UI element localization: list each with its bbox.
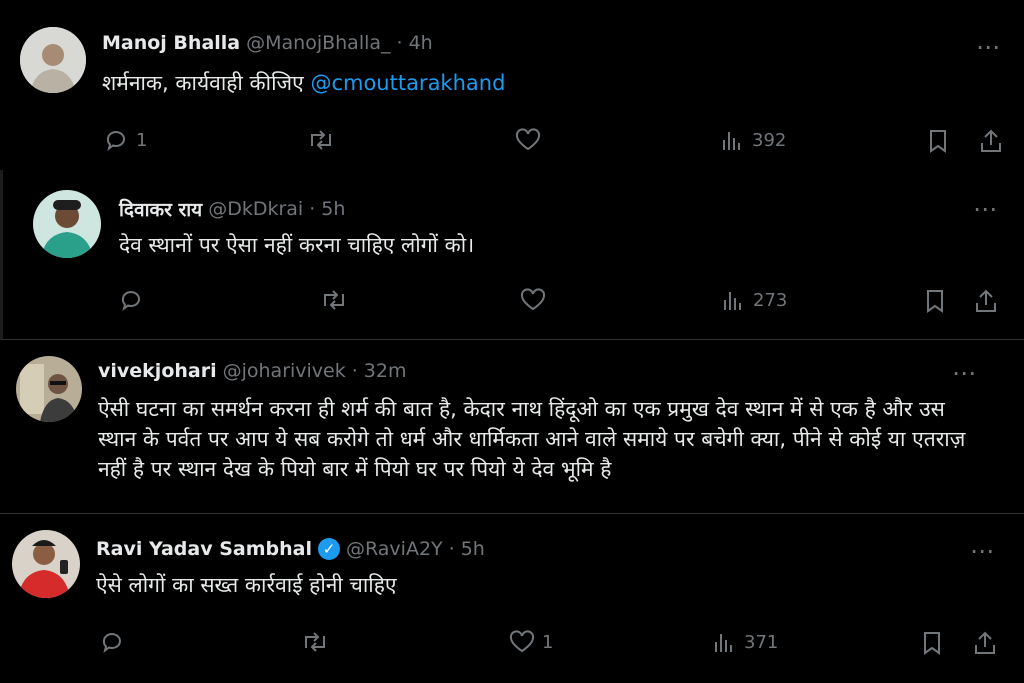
avatar-image [20,27,86,93]
repost-icon [305,632,325,652]
separator: · [309,198,316,220]
views-button[interactable]: 392 [720,128,786,152]
bookmark-icon [930,130,946,153]
post-time[interactable]: 5h [461,538,485,560]
separator: · [448,538,455,560]
bookmark-button[interactable] [920,630,944,656]
heart-icon [520,288,546,311]
mention-link[interactable]: @cmouttarakhand [310,71,505,95]
reply-button[interactable]: 1 [104,128,147,152]
author-name[interactable]: Manoj Bhalla [102,32,240,54]
repost-icon [311,130,331,150]
like-button[interactable] [514,128,548,152]
avatar[interactable] [16,356,82,422]
share-icon [975,631,995,654]
post-vivek[interactable]: vivekjohari @joharivivek · 32m ⋯ ऐसी घटन… [0,340,1024,514]
avatar[interactable] [12,530,80,598]
more-options-icon[interactable]: ⋯ [973,197,998,221]
bookmark-button[interactable] [923,288,947,314]
author-handle[interactable]: @RaviA2Y [346,538,443,560]
views-button[interactable]: 371 [712,630,778,654]
post-text: देव स्थानों पर ऐसा नहीं करना चाहिए लोगों… [119,233,475,257]
views-icon [724,292,741,310]
repost-icon [324,290,344,310]
bookmark-button[interactable] [926,128,950,154]
reply-count: 1 [136,129,148,151]
like-count: 1 [542,631,554,653]
reply-button[interactable] [119,288,151,312]
heart-icon [509,630,535,653]
avatar-image [12,530,80,598]
repost-button[interactable] [300,630,336,654]
avatar-image [16,356,82,422]
share-button[interactable] [978,128,1004,154]
author-handle[interactable]: @DkDkrai [208,198,303,220]
post-divakar[interactable]: दिवाकर राय @DkDkrai · 5h ⋯ देव स्थानों प… [0,170,1024,340]
post-text: ऐसे लोगों का सख्त कार्रवाई होनी चाहिए [96,573,397,597]
post-time[interactable]: 4h [409,32,433,54]
bookmark-icon [924,632,940,655]
views-count: 273 [753,289,788,311]
views-count: 371 [744,631,779,653]
more-options-icon[interactable]: ⋯ [970,539,995,563]
post-time[interactable]: 5h [321,198,345,220]
post-text-body: शर्मनाक, कार्यवाही कीजिए [102,71,304,95]
post-text: ऐसी घटना का समर्थन करना ही शर्म की बात ह… [98,397,966,481]
avatar[interactable] [33,190,101,258]
post-text: शर्मनाक, कार्यवाही कीजिए @cmouttarakhand [102,68,505,98]
views-icon [723,132,740,150]
post-manoj[interactable]: Manoj Bhalla @ManojBhalla_ · 4h ⋯ शर्मना… [0,0,1024,170]
views-icon [715,634,732,652]
repost-button[interactable] [319,288,355,312]
author-name[interactable]: Ravi Yadav Sambhal [96,538,312,560]
post-ravi[interactable]: Ravi Yadav Sambhal ✓ @RaviA2Y · 5h ⋯ ऐसे… [0,514,1024,683]
reply-icon [121,291,140,311]
heart-icon [515,128,541,151]
author-name[interactable]: दिवाकर राय [119,196,202,222]
reply-button[interactable] [100,630,132,654]
verified-badge-icon: ✓ [318,538,340,560]
bookmark-icon [927,290,943,313]
views-count: 392 [752,129,787,151]
avatar[interactable] [20,27,86,93]
views-button[interactable]: 273 [721,288,787,312]
share-button[interactable] [973,288,999,314]
reply-icon [106,131,125,151]
share-button[interactable] [972,630,998,656]
author-handle[interactable]: @joharivivek [223,360,346,382]
share-icon [976,289,996,312]
like-button[interactable] [519,288,553,312]
repost-button[interactable] [306,128,342,152]
post-time[interactable]: 32m [364,360,407,382]
reply-icon [102,633,121,653]
separator: · [351,360,358,382]
like-button[interactable]: 1 [508,630,553,654]
avatar-image [33,190,101,258]
more-options-icon[interactable]: ⋯ [952,361,977,385]
share-icon [981,129,1001,152]
separator: · [396,32,403,54]
author-name[interactable]: vivekjohari [98,360,217,382]
author-handle[interactable]: @ManojBhalla_ [246,32,390,54]
more-options-icon[interactable]: ⋯ [976,35,1001,59]
